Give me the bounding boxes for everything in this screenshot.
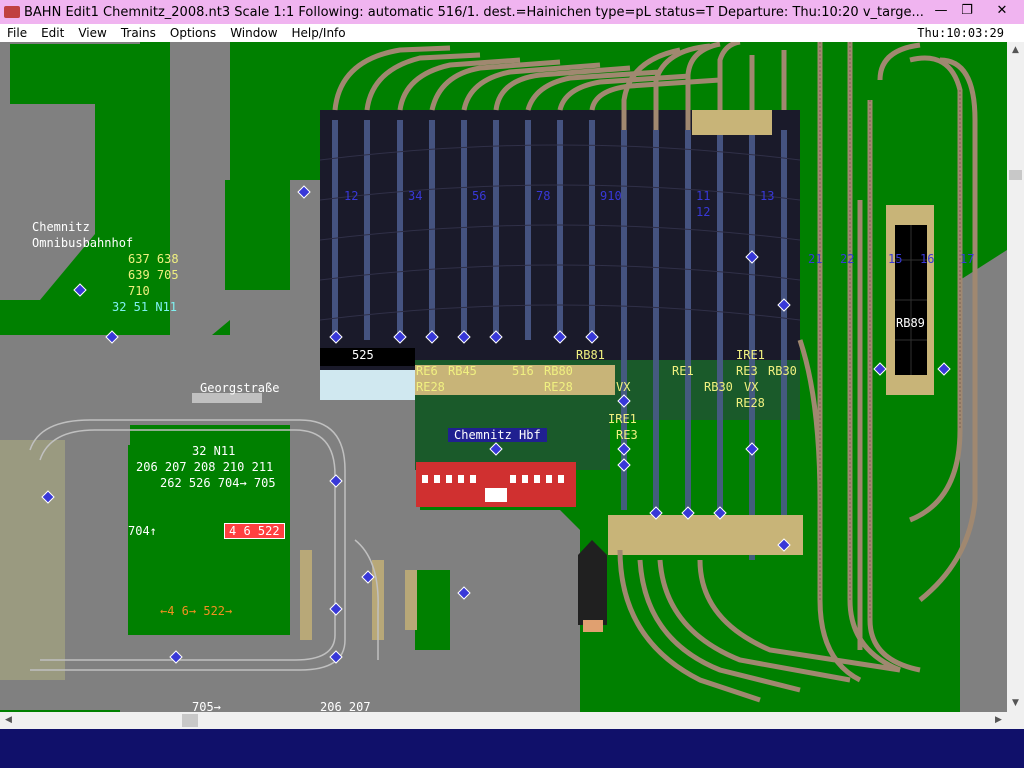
menu-help[interactable]: Help/Info (285, 24, 353, 42)
platform-number-16: 16 (920, 252, 935, 266)
vertical-scroll-thumb[interactable] (1009, 170, 1022, 180)
platform-number-12: 12 (344, 189, 359, 203)
platform-number-22: 22 (840, 252, 855, 266)
train-label-525[interactable]: 525 (352, 348, 374, 362)
train-label-rb30-a[interactable]: RB30 (704, 380, 733, 394)
train-label-rb45[interactable]: RB45 (448, 364, 477, 378)
train-label-re1[interactable]: RE1 (672, 364, 694, 378)
menu-trains[interactable]: Trains (114, 24, 163, 42)
railway-map[interactable]: Chemnitz Omnibusbahnhof 637 638 639 705 … (0, 42, 1007, 712)
simulation-clock: Thu:10:03:29 (917, 26, 1004, 40)
vertical-scrollbar[interactable]: ▲ ▼ (1007, 42, 1024, 712)
platform-number-78: 78 (536, 189, 551, 203)
platform-number-34: 34 (408, 189, 423, 203)
train-label-vx-1[interactable]: VX (616, 380, 630, 394)
maximize-button[interactable]: ❐ (952, 0, 982, 22)
train-label-ire1-b[interactable]: IRE1 (736, 348, 765, 362)
horizontal-scrollbar[interactable]: ◀ ▶ (0, 712, 1007, 729)
stop-lines-bottom: ←4 6→ 522→ (160, 604, 233, 618)
stop-lines-box: 4 6 522 (224, 523, 285, 539)
platform-number-13: 13 (760, 189, 775, 203)
bus-lines-row-1: 637 638 (128, 252, 179, 266)
train-label-re6[interactable]: RE6 (416, 364, 438, 378)
menu-edit[interactable]: Edit (34, 24, 71, 42)
menu-window[interactable]: Window (223, 24, 284, 42)
scroll-right-icon[interactable]: ▶ (990, 712, 1007, 729)
bus-lines-row-4: 32 51 N11 (112, 300, 178, 314)
bus-station-name-1: Chemnitz (32, 220, 90, 234)
train-label-vx-2[interactable]: VX (744, 380, 758, 394)
horizontal-scroll-thumb[interactable] (182, 714, 198, 727)
menu-options[interactable]: Options (163, 24, 223, 42)
menu-file[interactable]: File (0, 24, 34, 42)
platform-number-15: 15 (888, 252, 903, 266)
bus-station-name-2: Omnibusbahnhof (32, 236, 134, 250)
menu-bar: File Edit View Trains Options Window Hel… (0, 24, 1024, 43)
bus-lines-row-2: 639 705 (128, 268, 179, 282)
train-label-re3-b[interactable]: RE3 (736, 364, 758, 378)
platform-number-21: 21 (808, 252, 823, 266)
scrollbar-corner (1007, 712, 1024, 729)
close-button[interactable]: ✕ (980, 0, 1024, 22)
train-label-rb80[interactable]: RB80 (544, 364, 573, 378)
train-label-rb81[interactable]: RB81 (576, 348, 605, 362)
stop-lines-bottom-right: 206 207 (320, 700, 371, 712)
map-graphics (0, 42, 1007, 712)
train-label-516[interactable]: 516 (512, 364, 534, 378)
stop-lines-left: 704↑ (128, 524, 157, 538)
window-title: BAHN Edit1 Chemnitz_2008.nt3 Scale 1:1 F… (24, 4, 924, 20)
stop-lines-row-3: 262 526 704→ 705 (160, 476, 276, 490)
station-name-label[interactable]: Chemnitz Hbf (448, 428, 547, 442)
stop-lines-row-2: 206 207 208 210 211 (136, 460, 274, 474)
train-label-re28-a[interactable]: RE28 (416, 380, 445, 394)
platform-number-17: 17 (960, 252, 975, 266)
platform-number-56: 56 (472, 189, 487, 203)
street-name-label: Georgstraße (200, 381, 280, 395)
stop-lines-row-1: 32 N11 (192, 444, 236, 458)
bus-lines-row-3: 710 (128, 284, 150, 298)
stop-lines-far-bottom: 705→ (192, 700, 221, 712)
platform-number-12b: 12 (696, 205, 711, 219)
platform-number-11: 11 (696, 189, 711, 203)
scroll-left-icon[interactable]: ◀ (0, 712, 17, 729)
train-label-rb89[interactable]: RB89 (896, 316, 925, 330)
train-label-re3-a[interactable]: RE3 (616, 428, 638, 442)
train-label-re28-c[interactable]: RE28 (736, 396, 765, 410)
train-label-rb30-b[interactable]: RB30 (768, 364, 797, 378)
menu-view[interactable]: View (71, 24, 113, 42)
scroll-down-icon[interactable]: ▼ (1007, 695, 1024, 712)
scroll-up-icon[interactable]: ▲ (1007, 42, 1024, 59)
platform-number-910: 910 (600, 189, 622, 203)
train-label-re28-b[interactable]: RE28 (544, 380, 573, 394)
train-label-ire1-a[interactable]: IRE1 (608, 412, 637, 426)
title-bar: BAHN Edit1 Chemnitz_2008.nt3 Scale 1:1 F… (0, 0, 1024, 24)
app-train-icon (4, 6, 20, 18)
